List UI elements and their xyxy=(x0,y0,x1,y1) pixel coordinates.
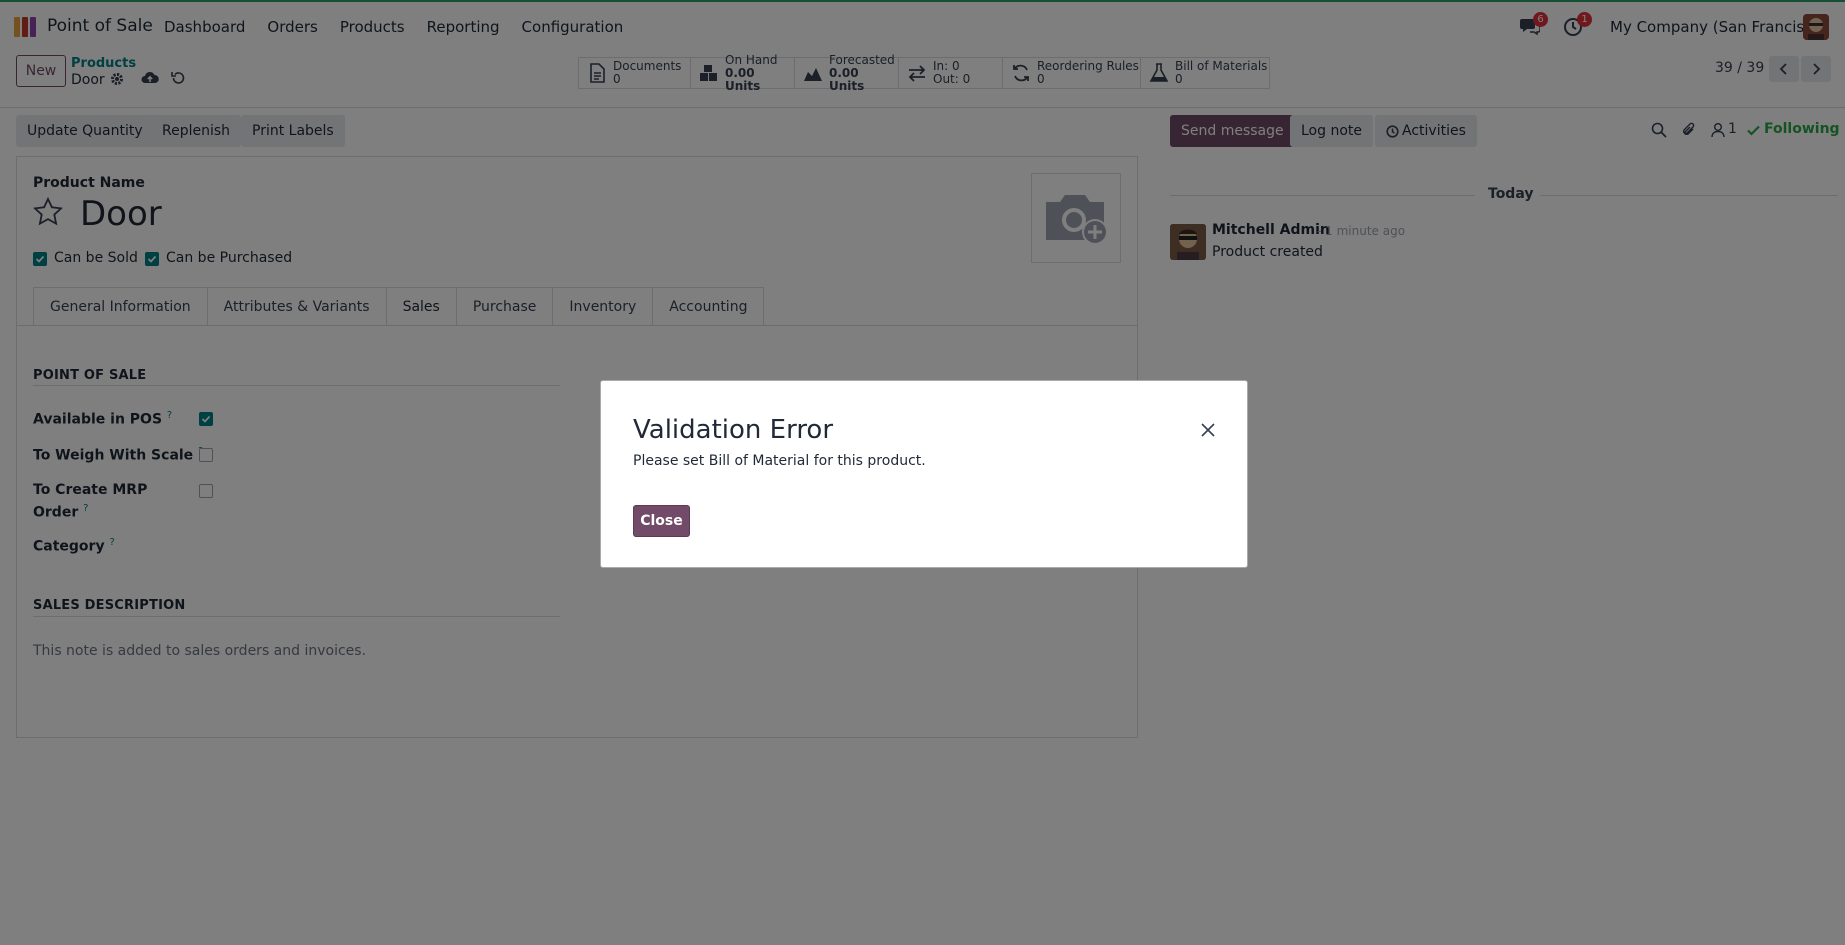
validation-error-dialog: Validation Error Please set Bill of Mate… xyxy=(600,380,1248,568)
dialog-title: Validation Error xyxy=(633,415,834,445)
close-button[interactable]: Close xyxy=(633,505,690,537)
close-icon[interactable] xyxy=(1199,421,1217,439)
dialog-message: Please set Bill of Material for this pro… xyxy=(633,453,926,469)
